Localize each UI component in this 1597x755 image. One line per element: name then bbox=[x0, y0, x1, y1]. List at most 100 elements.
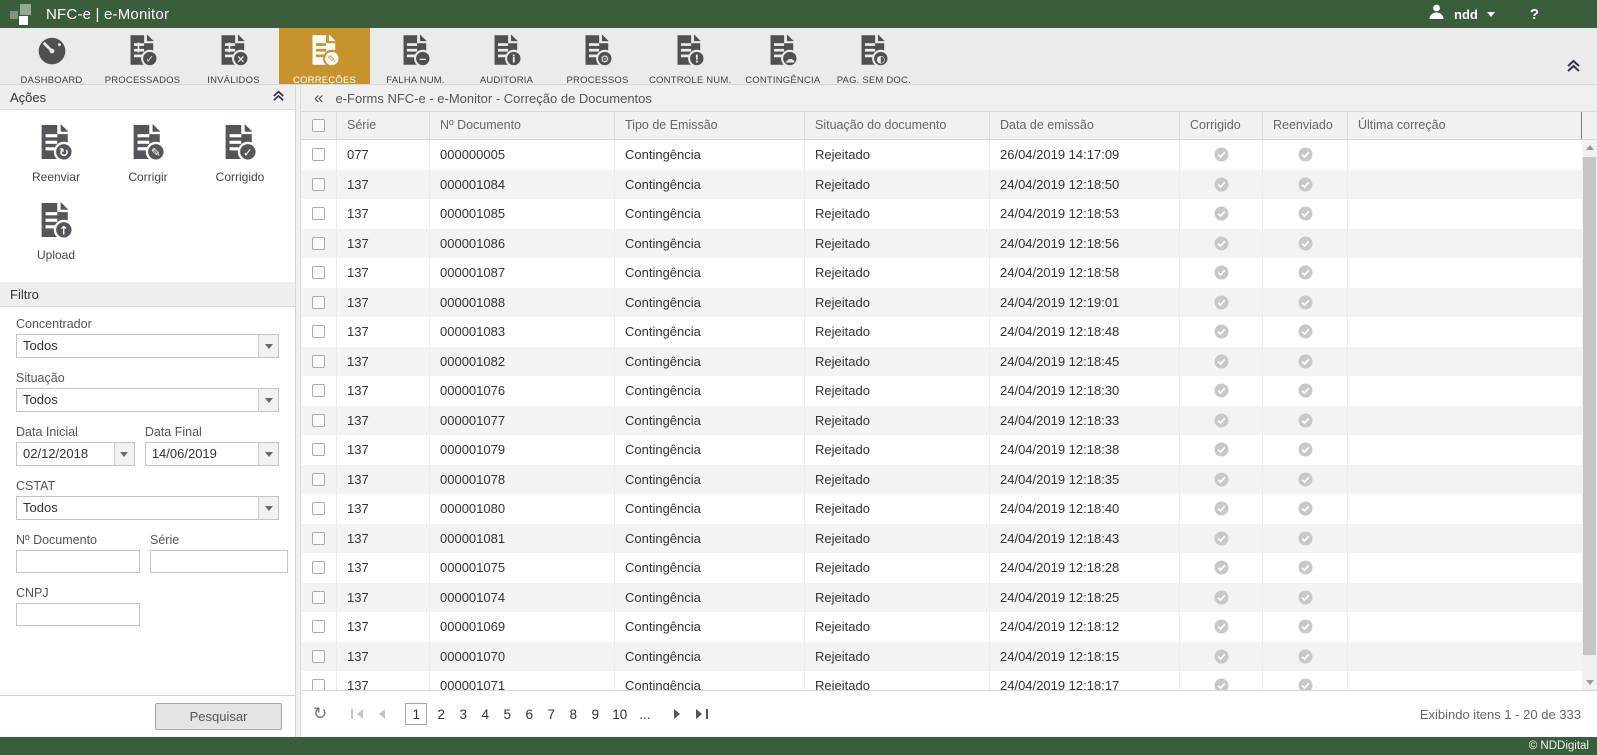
page-button-6[interactable]: 6 bbox=[521, 705, 537, 724]
column-header[interactable]: Data de emissão bbox=[990, 112, 1180, 139]
action-corrigido[interactable]: ✓ Corrigido bbox=[194, 122, 286, 184]
table-row[interactable]: 137000001087ContingênciaRejeitado24/04/2… bbox=[301, 258, 1582, 288]
next-page-button[interactable] bbox=[670, 709, 684, 719]
page-button-4[interactable]: 4 bbox=[477, 705, 493, 724]
action-corrigir[interactable]: ✎ Corrigir bbox=[102, 122, 194, 184]
row-checkbox[interactable] bbox=[312, 178, 325, 191]
data-final-field: Data Final 14/06/2019 bbox=[145, 425, 279, 466]
user-menu-caret-icon[interactable] bbox=[1487, 12, 1495, 21]
table-row[interactable]: 137000001086ContingênciaRejeitado24/04/2… bbox=[301, 229, 1582, 259]
scrollbar-thumb[interactable] bbox=[1583, 157, 1596, 655]
select-all-checkbox[interactable] bbox=[312, 119, 325, 132]
row-checkbox[interactable] bbox=[312, 325, 325, 338]
help-button[interactable]: ? bbox=[1530, 6, 1539, 23]
action-upload[interactable]: ↑ Upload bbox=[10, 200, 102, 262]
page-button-3[interactable]: 3 bbox=[455, 705, 471, 724]
row-checkbox[interactable] bbox=[312, 650, 325, 663]
row-checkbox[interactable] bbox=[312, 207, 325, 220]
last-page-button[interactable] bbox=[692, 709, 712, 719]
user-menu[interactable]: ndd bbox=[1454, 7, 1478, 22]
action-reenviar[interactable]: ↻ Reenviar bbox=[10, 122, 102, 184]
concentrador-dropdown-icon[interactable] bbox=[258, 335, 278, 357]
scroll-down-button[interactable] bbox=[1582, 675, 1597, 690]
data-final-picker[interactable]: 14/06/2019 bbox=[145, 442, 279, 466]
page-button-10[interactable]: 10 bbox=[609, 705, 630, 724]
column-header[interactable]: Situação do documento bbox=[805, 112, 990, 139]
pesquisar-button[interactable]: Pesquisar bbox=[155, 703, 282, 730]
num-documento-input[interactable] bbox=[16, 550, 140, 573]
row-checkbox[interactable] bbox=[312, 532, 325, 545]
row-checkbox[interactable] bbox=[312, 679, 325, 690]
table-row[interactable]: 137000001088ContingênciaRejeitado24/04/2… bbox=[301, 288, 1582, 318]
table-row[interactable]: 137000001082ContingênciaRejeitado24/04/2… bbox=[301, 347, 1582, 377]
tab-processados[interactable]: ↑ ✓ PROCESSADOS bbox=[97, 28, 188, 84]
sidebar-collapse-button[interactable]: « bbox=[314, 89, 323, 106]
situacao-dropdown-icon[interactable] bbox=[258, 389, 278, 411]
situacao-select[interactable]: Todos bbox=[16, 388, 279, 412]
column-header[interactable]: Corrigido bbox=[1180, 112, 1263, 139]
row-checkbox[interactable] bbox=[312, 355, 325, 368]
table-row[interactable]: 137000001085ContingênciaRejeitado24/04/2… bbox=[301, 199, 1582, 229]
row-checkbox[interactable] bbox=[312, 414, 325, 427]
page-button-1[interactable]: 1 bbox=[405, 703, 427, 725]
row-checkbox[interactable] bbox=[312, 384, 325, 397]
tab-pag-sem-doc-[interactable]: ◐ PAG. SEM DOC. bbox=[828, 28, 919, 84]
scroll-up-button[interactable] bbox=[1582, 140, 1597, 155]
table-row[interactable]: 137000001078ContingênciaRejeitado24/04/2… bbox=[301, 465, 1582, 495]
prev-page-button[interactable] bbox=[375, 709, 389, 719]
row-checkbox[interactable] bbox=[312, 620, 325, 633]
concentrador-select[interactable]: Todos bbox=[16, 334, 279, 358]
tab-auditoria[interactable]: i AUDITORIA bbox=[461, 28, 552, 84]
page-button-5[interactable]: 5 bbox=[499, 705, 515, 724]
table-row[interactable]: 137000001069ContingênciaRejeitado24/04/2… bbox=[301, 612, 1582, 642]
table-row[interactable]: 137000001083ContingênciaRejeitado24/04/2… bbox=[301, 317, 1582, 347]
tab-controle-num-[interactable]: ! CONTROLE NUM. bbox=[643, 28, 737, 84]
refresh-icon[interactable]: ↻ bbox=[313, 704, 327, 724]
tab-falha-num-[interactable]: − FALHA NUM. bbox=[370, 28, 461, 84]
data-inicial-picker[interactable]: 02/12/2018 bbox=[16, 442, 135, 466]
table-row[interactable]: 137000001074ContingênciaRejeitado24/04/2… bbox=[301, 583, 1582, 613]
row-checkbox[interactable] bbox=[312, 296, 325, 309]
column-header[interactable]: Tipo de Emissão bbox=[615, 112, 805, 139]
data-final-dropdown-icon[interactable] bbox=[258, 443, 278, 465]
cstat-dropdown-icon[interactable] bbox=[258, 497, 278, 519]
table-row[interactable]: 137000001075ContingênciaRejeitado24/04/2… bbox=[301, 553, 1582, 583]
row-checkbox[interactable] bbox=[312, 148, 325, 161]
page-button-8[interactable]: 8 bbox=[565, 705, 581, 724]
row-checkbox[interactable] bbox=[312, 561, 325, 574]
column-header[interactable]: Série bbox=[337, 112, 430, 139]
row-checkbox[interactable] bbox=[312, 266, 325, 279]
first-page-button[interactable] bbox=[347, 709, 367, 719]
cnpj-input[interactable] bbox=[16, 603, 140, 626]
column-header[interactable]: Nº Documento bbox=[430, 112, 615, 139]
cstat-select[interactable]: Todos bbox=[16, 496, 279, 520]
table-row[interactable]: 137000001077ContingênciaRejeitado24/04/2… bbox=[301, 406, 1582, 436]
table-row[interactable]: 137000001084ContingênciaRejeitado24/04/2… bbox=[301, 170, 1582, 200]
data-inicial-dropdown-icon[interactable] bbox=[114, 443, 134, 465]
row-checkbox[interactable] bbox=[312, 591, 325, 604]
table-row[interactable]: 137000001079ContingênciaRejeitado24/04/2… bbox=[301, 435, 1582, 465]
page-button-2[interactable]: 2 bbox=[433, 705, 449, 724]
column-header[interactable]: Última correção bbox=[1348, 112, 1582, 139]
tab-conting-ncia[interactable]: ☁ CONTINGÊNCIA bbox=[737, 28, 828, 84]
table-row[interactable]: 137000001081ContingênciaRejeitado24/04/2… bbox=[301, 524, 1582, 554]
tab-corre-es[interactable]: ✎ CORREÇÕES bbox=[279, 28, 370, 84]
row-checkbox[interactable] bbox=[312, 237, 325, 250]
row-checkbox[interactable] bbox=[312, 443, 325, 456]
table-row[interactable]: 137000001070ContingênciaRejeitado24/04/2… bbox=[301, 642, 1582, 672]
ribbon-collapse-button[interactable] bbox=[1566, 59, 1581, 78]
table-row[interactable]: 137000001071ContingênciaRejeitado24/04/2… bbox=[301, 671, 1582, 690]
tab-dashboard[interactable]: DASHBOARD bbox=[6, 28, 97, 84]
page-button-9[interactable]: 9 bbox=[587, 705, 603, 724]
page-button-7[interactable]: 7 bbox=[543, 705, 559, 724]
row-checkbox[interactable] bbox=[312, 473, 325, 486]
table-row[interactable]: 137000001076ContingênciaRejeitado24/04/2… bbox=[301, 376, 1582, 406]
serie-input[interactable] bbox=[150, 550, 288, 573]
table-row[interactable]: 137000001080ContingênciaRejeitado24/04/2… bbox=[301, 494, 1582, 524]
row-checkbox[interactable] bbox=[312, 502, 325, 515]
column-header[interactable]: Reenviado bbox=[1263, 112, 1348, 139]
actions-collapse-icon[interactable] bbox=[272, 90, 285, 105]
tab-processos[interactable]: ⚙ PROCESSOS bbox=[552, 28, 643, 84]
table-row[interactable]: 077000000005ContingênciaRejeitado26/04/2… bbox=[301, 140, 1582, 170]
tab-inv-lidos[interactable]: ↑ × INVÁLIDOS bbox=[188, 28, 279, 84]
